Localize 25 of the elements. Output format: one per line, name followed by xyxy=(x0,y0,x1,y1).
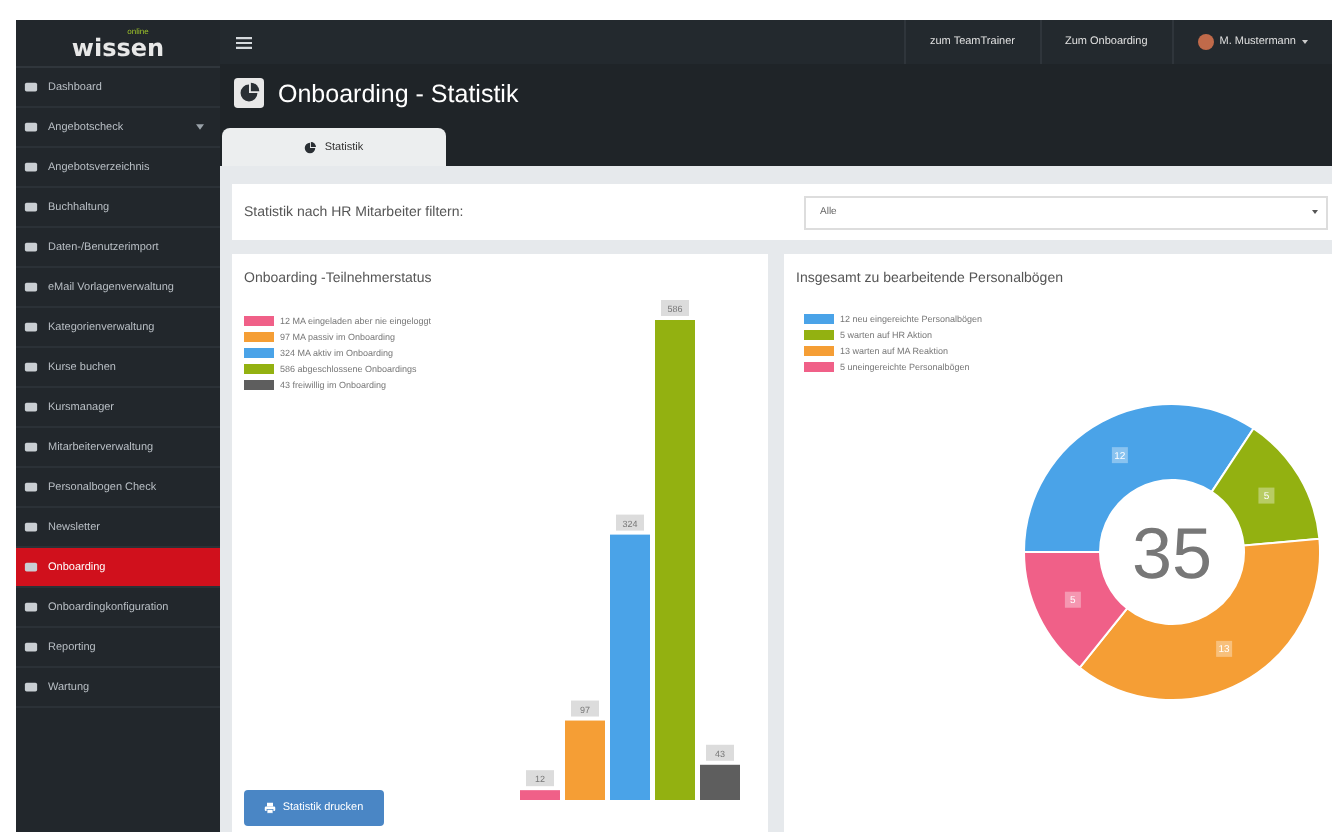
caret-icon xyxy=(1302,40,1308,44)
item-icon xyxy=(24,400,38,414)
caret-icon xyxy=(1312,210,1318,214)
item-icon xyxy=(24,160,38,174)
item-icon xyxy=(24,560,38,574)
item-icon xyxy=(24,360,38,374)
item-icon xyxy=(24,320,38,334)
center-total: 35 xyxy=(1131,512,1213,594)
item-icon xyxy=(24,480,38,494)
item-icon xyxy=(24,440,38,454)
avatar-icon xyxy=(1197,34,1214,50)
item-icon xyxy=(24,680,38,694)
printer-icon xyxy=(264,802,277,814)
item-icon xyxy=(24,280,38,294)
pie-chart-icon xyxy=(304,141,317,153)
item-icon xyxy=(24,520,38,534)
item-icon xyxy=(24,200,38,214)
item-icon xyxy=(24,600,38,614)
item-icon xyxy=(24,120,38,134)
page-title: Onboarding - Statistik xyxy=(278,79,519,107)
item-icon xyxy=(24,240,38,254)
item-icon xyxy=(24,80,38,94)
pie-chart-icon xyxy=(234,78,264,108)
menu-icon[interactable] xyxy=(236,35,252,49)
item-icon xyxy=(24,640,38,654)
